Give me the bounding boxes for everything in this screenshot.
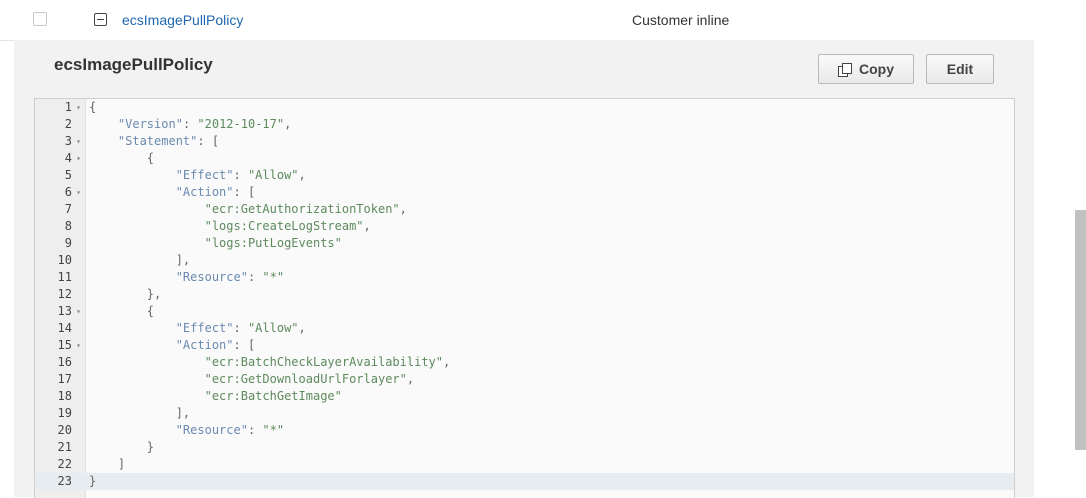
code-text: ] <box>89 457 126 471</box>
code-line[interactable]: 8 "logs:CreateLogStream", <box>35 218 1014 235</box>
code-line[interactable]: 4 ▾ { <box>35 150 1014 167</box>
code-line[interactable]: 10 ], <box>35 252 1014 269</box>
line-number: 11 <box>57 270 72 284</box>
code-line[interactable]: 9 "logs:PutLogEvents" <box>35 235 1014 252</box>
fold-arrow-icon[interactable]: ▾ <box>74 303 83 320</box>
copy-button[interactable]: Copy <box>818 54 914 84</box>
code-line[interactable]: 23} <box>35 473 1014 490</box>
line-number: 6 <box>64 185 72 199</box>
line-number: 3 <box>64 134 72 148</box>
code-text: "ecr:GetDownloadUrlForlayer", <box>204 372 415 386</box>
code-text: ], <box>89 253 191 267</box>
code-line[interactable]: 14 "Effect": "Allow", <box>35 320 1014 337</box>
line-number: 1 <box>64 100 72 114</box>
edit-button-label: Edit <box>946 61 974 77</box>
code-line[interactable]: 7 "ecr:GetAuthorizationToken", <box>35 201 1014 218</box>
line-number: 15 <box>57 338 72 352</box>
line-number: 22 <box>57 457 72 471</box>
policy-type: Customer inline <box>632 12 730 28</box>
code-text: "ecr:BatchCheckLayerAvailability", <box>204 355 451 369</box>
code-text: "Resource": "*" <box>175 423 285 437</box>
policy-row: ecsImagePullPolicy Customer inline <box>0 0 1034 41</box>
code-text: "Version": "2012-10-17", <box>117 117 292 131</box>
line-number: 8 <box>64 219 72 233</box>
line-number: 13 <box>57 304 72 318</box>
fold-arrow-icon[interactable]: ▾ <box>74 184 83 201</box>
code-text: { <box>89 304 155 318</box>
collapse-minus-icon[interactable] <box>94 13 107 26</box>
policy-name-link[interactable]: ecsImagePullPolicy <box>122 12 243 28</box>
line-number: 9 <box>64 236 72 250</box>
line-number: 17 <box>57 372 72 386</box>
code-text: "Resource": "*" <box>175 270 285 284</box>
code-line[interactable]: 20 "Resource": "*" <box>35 422 1014 439</box>
fold-arrow-icon[interactable]: ▾ <box>74 133 83 150</box>
line-number: 16 <box>57 355 72 369</box>
line-number: 10 <box>57 253 72 267</box>
code-lines: 1 ▾{2 "Version": "2012-10-17", 3 ▾ "Stateme… <box>35 99 1014 490</box>
code-text: "Action": [ <box>175 338 256 352</box>
code-text: "Statement": [ <box>117 134 220 148</box>
line-number: 19 <box>57 406 72 420</box>
code-text: { <box>89 100 97 114</box>
fold-arrow-icon[interactable]: ▾ <box>74 99 83 116</box>
copy-button-label: Copy <box>859 61 894 77</box>
code-line[interactable]: 12 }, <box>35 286 1014 303</box>
code-line[interactable]: 22 ] <box>35 456 1014 473</box>
code-line[interactable]: 15 ▾ "Action": [ <box>35 337 1014 354</box>
code-line[interactable]: 18 "ecr:BatchGetImage" <box>35 388 1014 405</box>
code-line[interactable]: 6 ▾ "Action": [ <box>35 184 1014 201</box>
line-number: 23 <box>57 474 72 488</box>
page-scrollbar-thumb[interactable] <box>1075 210 1086 450</box>
code-line[interactable]: 5 "Effect": "Allow", <box>35 167 1014 184</box>
fold-arrow-icon[interactable]: ▾ <box>74 150 83 167</box>
line-number: 4 <box>64 151 72 165</box>
row-checkbox[interactable] <box>33 12 47 26</box>
line-number: 18 <box>57 389 72 403</box>
line-number: 5 <box>64 168 72 182</box>
code-text: }, <box>89 287 162 301</box>
code-text: { <box>89 151 155 165</box>
code-line[interactable]: 3 ▾ "Statement": [ <box>35 133 1014 150</box>
code-line[interactable]: 1 ▾ { <box>35 99 1014 116</box>
code-text: "Effect": "Allow", <box>175 321 306 335</box>
code-line[interactable]: 11 "Resource": "*" <box>35 269 1014 286</box>
edit-button[interactable]: Edit <box>926 54 994 84</box>
line-number: 2 <box>64 117 72 131</box>
fold-arrow-icon[interactable]: ▾ <box>74 337 83 354</box>
code-line[interactable]: 16 "ecr:BatchCheckLayerAvailability", <box>35 354 1014 371</box>
code-text: "Effect": "Allow", <box>175 168 306 182</box>
code-line[interactable]: 2 "Version": "2012-10-17", <box>35 116 1014 133</box>
line-number: 12 <box>57 287 72 301</box>
panel-title: ecsImagePullPolicy <box>54 55 213 74</box>
policy-json-editor[interactable]: 1 ▾{2 "Version": "2012-10-17", 3 ▾ "Stateme… <box>34 98 1015 498</box>
line-number: 20 <box>57 423 72 437</box>
code-text: "logs:PutLogEvents" <box>204 236 342 250</box>
line-number: 14 <box>57 321 72 335</box>
code-text: ], <box>89 406 191 420</box>
line-number: 7 <box>64 202 72 216</box>
code-text: } <box>89 474 97 488</box>
code-text: "ecr:BatchGetImage" <box>204 389 342 403</box>
line-number: 21 <box>57 440 72 454</box>
policy-detail-panel: ecsImagePullPolicy Copy Edit 1 ▾{2 "Versi… <box>14 40 1034 498</box>
code-line[interactable]: 19 ], <box>35 405 1014 422</box>
code-text: "ecr:GetAuthorizationToken", <box>204 202 407 216</box>
copy-icon <box>838 62 852 77</box>
code-text: } <box>89 440 155 454</box>
code-text: "Action": [ <box>175 185 256 199</box>
code-line[interactable]: 13 ▾ { <box>35 303 1014 320</box>
code-text: "logs:CreateLogStream", <box>204 219 371 233</box>
code-line[interactable]: 17 "ecr:GetDownloadUrlForlayer", <box>35 371 1014 388</box>
code-line[interactable]: 21 } <box>35 439 1014 456</box>
